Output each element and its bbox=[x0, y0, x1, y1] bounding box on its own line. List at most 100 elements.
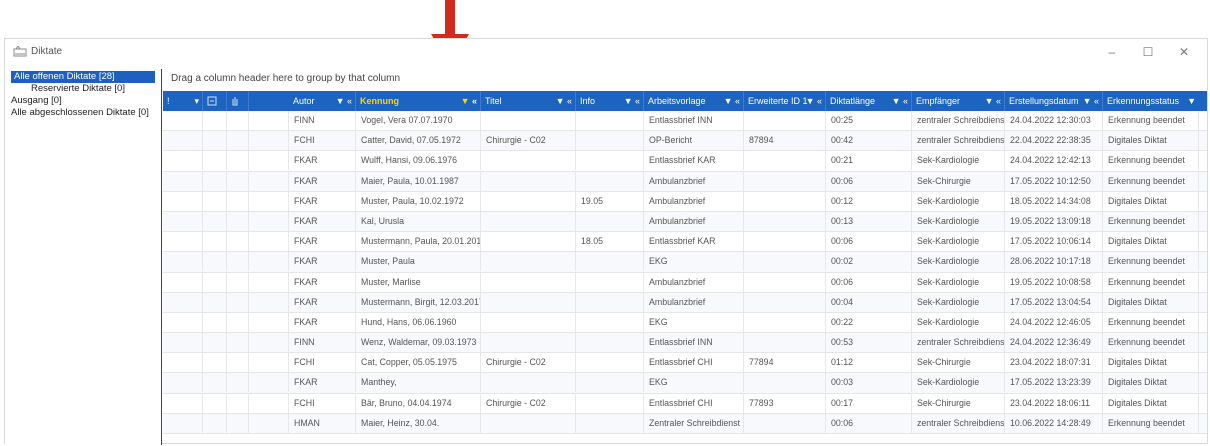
kennung-cell: Wenz, Waldemar, 09.03.1973 bbox=[356, 333, 481, 353]
erkennungsstatus-label: Erkennungsstatus bbox=[1107, 96, 1180, 106]
empty-cell bbox=[249, 272, 289, 292]
table-row[interactable]: FKAR Maier, Paula, 10.01.1987 Ambulanzbrie… bbox=[163, 171, 1207, 192]
erweiterte-id-cell bbox=[744, 413, 826, 433]
column-header-empfaenger[interactable]: Empfänger ▼ « bbox=[912, 91, 1005, 111]
column-header-kennung[interactable]: Kennung ▼ « bbox=[356, 91, 481, 111]
arbeitsvorlage-cell: Entlassbrief KAR bbox=[644, 232, 744, 252]
filter-icon[interactable]: ▼ « bbox=[624, 91, 640, 111]
filter-icon[interactable]: ▼ « bbox=[1083, 91, 1099, 111]
filter-icon[interactable]: ▼ « bbox=[892, 91, 908, 111]
erkennungsstatus-cell: Erkennung beendet bbox=[1103, 252, 1199, 272]
empty-cell bbox=[203, 131, 227, 151]
empty-cell bbox=[227, 333, 249, 353]
column-header-attachment[interactable] bbox=[227, 91, 249, 111]
tree-item-ausgang[interactable]: Ausgang [0] bbox=[11, 95, 62, 107]
table-row[interactable]: FINN Vogel, Vera 07.07.1970 Entlassbrief I… bbox=[163, 111, 1207, 132]
empty-cell bbox=[249, 191, 289, 211]
erweiterte-id-cell bbox=[744, 211, 826, 231]
column-header-arbeitsvorlage[interactable]: Arbeitsvorlage ▼ « bbox=[644, 91, 744, 111]
column-header-priority[interactable]: ! ▾ bbox=[163, 91, 203, 111]
table-row[interactable]: FKAR Kal, Urusla Ambulanzbrief 00:13 Sek-Kar… bbox=[163, 211, 1207, 233]
filter-icon[interactable]: ▼ bbox=[1187, 91, 1196, 111]
erweiterte-id-cell bbox=[744, 312, 826, 332]
table-row[interactable]: FKAR Mustermann, Birgit, 12.03.2017 Ambula… bbox=[163, 292, 1207, 313]
erweiterte-id-cell: 87894 bbox=[744, 131, 826, 151]
autor-cell: FCHI bbox=[289, 393, 356, 413]
tree-item-offene-diktate[interactable]: Alle offenen Diktate [28] bbox=[11, 71, 155, 83]
empty-cell bbox=[203, 171, 227, 191]
table-row[interactable]: FKAR Manthey, EKG 00:03 Sek-Kardiologie 17.05… bbox=[163, 373, 1207, 394]
empfaenger-cell: Sek-Kardiologie bbox=[912, 232, 1005, 252]
column-header-info[interactable]: Info ▼ « bbox=[576, 91, 644, 111]
table-row[interactable]: FCHI Cat, Copper, 05.05.1975 Chirurgie - C… bbox=[163, 353, 1207, 374]
close-button[interactable]: ✕ bbox=[1167, 42, 1201, 62]
empty-cell bbox=[203, 191, 227, 211]
tree-item-reservierte-diktate[interactable]: Reservierte Diktate [0] bbox=[31, 83, 125, 95]
empty-cell bbox=[203, 292, 227, 312]
empty-cell bbox=[249, 353, 289, 373]
diktatlaenge-cell: 00:02 bbox=[826, 252, 912, 272]
filter-icon[interactable]: ▼ « bbox=[336, 91, 352, 111]
table-row[interactable]: HMAN Maier, Heinz, 30.04. Zentraler Schrei… bbox=[163, 413, 1207, 434]
table-row[interactable]: FKAR Mustermann, Paula, 20.01.2014 18.05 En… bbox=[163, 232, 1207, 253]
minimize-button[interactable]: – bbox=[1095, 42, 1129, 62]
empfaenger-cell: zentraler Schreibdienst bbox=[912, 333, 1005, 353]
filter-icon[interactable]: ▼ « bbox=[985, 91, 1001, 111]
group-by-bar[interactable]: Drag a column header here to group by th… bbox=[163, 69, 1207, 89]
empty-cell bbox=[203, 111, 227, 130]
empty-cell bbox=[227, 151, 249, 171]
erkennungsstatus-cell: Digitales Diktat bbox=[1103, 353, 1199, 373]
erstellungsdatum-cell: 18.05.2022 14:34:08 bbox=[1005, 191, 1103, 211]
empty-cell bbox=[163, 373, 203, 393]
arbeitsvorlage-cell: Ambulanzbrief bbox=[644, 211, 744, 231]
empty-cell bbox=[227, 252, 249, 272]
column-header-erweiterte-id[interactable]: Erweiterte ID 1 ▼ « bbox=[744, 91, 826, 111]
empty-cell bbox=[163, 151, 203, 171]
kennung-cell: Muster, Marlise bbox=[356, 272, 481, 292]
erweiterte-id-cell bbox=[744, 191, 826, 211]
maximize-button[interactable]: ☐ bbox=[1131, 42, 1165, 62]
erstellungsdatum-cell: 24.04.2022 12:36:49 bbox=[1005, 333, 1103, 353]
column-header-erkennungsstatus[interactable]: Erkennungsstatus ▼ bbox=[1103, 91, 1199, 111]
arbeitsvorlage-cell: Ambulanzbrief bbox=[644, 171, 744, 191]
table-row[interactable]: FKAR Hund, Hans, 06.06.1960 EKG 00:22 Sek-Ka… bbox=[163, 312, 1207, 334]
diktatlaenge-label: Diktatlänge bbox=[830, 96, 876, 106]
filter-dropdown-icon[interactable]: ▾ bbox=[194, 91, 199, 111]
empty-cell bbox=[227, 312, 249, 332]
erkennungsstatus-cell: Erkennung beendet bbox=[1103, 272, 1199, 292]
column-header-document[interactable] bbox=[203, 91, 227, 111]
table-row[interactable]: FKAR Muster, Paula EKG 00:02 Sek-Kardiologie… bbox=[163, 252, 1207, 273]
table-row[interactable]: FKAR Muster, Marlise Ambulanzbrief 00:06 Sek… bbox=[163, 272, 1207, 293]
filter-icon[interactable]: ▼ « bbox=[556, 91, 572, 111]
filter-icon[interactable]: ▼ « bbox=[724, 91, 740, 111]
table-row[interactable]: FKAR Wulff, Hansi, 09.06.1976 Entlassbrief… bbox=[163, 151, 1207, 172]
column-header-diktatlaenge[interactable]: Diktatlänge ▼ « bbox=[826, 91, 912, 111]
titel-cell bbox=[481, 191, 576, 211]
table-row[interactable]: FINN Wenz, Waldemar, 09.03.1973 Entlassbri… bbox=[163, 333, 1207, 354]
filter-icon[interactable]: ▼ « bbox=[806, 91, 822, 111]
document-icon bbox=[207, 96, 217, 106]
diktate-window: Diktate – ☐ ✕ Alle offenen Diktate [28] … bbox=[4, 38, 1208, 445]
table-row[interactable]: FCHI Bär, Bruno, 04.04.1974 Chirurgie - C0… bbox=[163, 393, 1207, 414]
column-header-erstellungsdatum[interactable]: Erstellungsdatum ▼ « bbox=[1005, 91, 1103, 111]
dictation-grid: Drag a column header here to group by th… bbox=[163, 69, 1207, 443]
empty-cell bbox=[163, 111, 203, 130]
kennung-cell: Mustermann, Paula, 20.01.2014 bbox=[356, 232, 481, 252]
tree-item-abgeschlossene-diktate[interactable]: Alle abgeschlossenen Diktate [0] bbox=[11, 107, 149, 119]
kennung-cell: Vogel, Vera 07.07.1970 bbox=[356, 111, 481, 130]
erstellungsdatum-cell: 17.05.2022 10:12:50 bbox=[1005, 171, 1103, 191]
erweiterte-id-cell bbox=[744, 373, 826, 393]
erkennungsstatus-cell: Digitales Diktat bbox=[1103, 191, 1199, 211]
arbeitsvorlage-cell: Entlassbrief INN bbox=[644, 333, 744, 353]
filter-icon[interactable]: ▼ « bbox=[461, 91, 477, 111]
column-header-autor[interactable]: Autor ▼ « bbox=[289, 91, 356, 111]
erweiterte-id-cell bbox=[744, 292, 826, 312]
arbeitsvorlage-cell: Entlassbrief KAR bbox=[644, 151, 744, 171]
diktatlaenge-cell: 00:17 bbox=[826, 393, 912, 413]
table-row[interactable]: FCHI Catter, David, 07.05.1972 Chirurgie -… bbox=[163, 131, 1207, 152]
autor-cell: FKAR bbox=[289, 252, 356, 272]
empty-cell bbox=[227, 191, 249, 211]
table-row[interactable]: FKAR Muster, Paula, 10.02.1972 19.05 Ambula… bbox=[163, 191, 1207, 212]
column-header-titel[interactable]: Titel ▼ « bbox=[481, 91, 576, 111]
autor-cell: FKAR bbox=[289, 151, 356, 171]
